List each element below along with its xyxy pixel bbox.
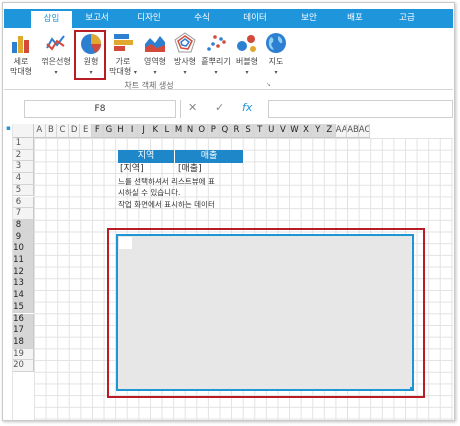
chevron-down-icon: ▾ — [54, 69, 58, 76]
note-line-2: 시하실 수 있습니다. — [118, 188, 181, 197]
bar-chart-icon — [114, 34, 133, 51]
scroll-indicator-icon: ▪ — [6, 124, 11, 132]
scatter-chart-icon — [207, 35, 226, 51]
column-chart-icon — [12, 36, 29, 53]
tab-formula[interactable]: 수식 — [184, 9, 220, 28]
spreadsheet-grid[interactable]: A B C D E F G H I J K L M N O P Q R S T U V W X Y Z AA AB AC 1234567… — [4, 124, 453, 420]
map-button[interactable]: 지도 ▾ — [262, 30, 290, 84]
column-header-a[interactable]: A — [34, 124, 46, 138]
button-label: 지도 — [268, 57, 284, 66]
column-header-f[interactable]: F — [92, 124, 104, 138]
column-header-d[interactable]: D — [68, 124, 81, 138]
note-line-1: 느를 선택하셔서 리스트뷰에 표 — [118, 177, 215, 186]
confirm-icon[interactable]: ✓ — [215, 101, 224, 114]
column-header-j[interactable]: J — [138, 124, 150, 138]
column-header-aa[interactable]: AA — [335, 124, 348, 138]
column-header-u[interactable]: U — [266, 124, 278, 138]
chevron-down-icon: ▾ — [153, 69, 157, 76]
button-label: 세로 — [13, 57, 29, 66]
cancel-icon[interactable]: ✕ — [188, 101, 197, 114]
radar-chart-icon — [174, 32, 196, 53]
column-header-y[interactable]: Y — [312, 124, 324, 138]
formula-input[interactable] — [268, 100, 453, 118]
tab-report[interactable]: 보고서 — [78, 9, 116, 28]
column-header-h[interactable]: H — [115, 124, 127, 138]
table-cell-region[interactable]: [지역] — [120, 164, 144, 176]
column-header-z[interactable]: Z — [324, 124, 336, 138]
column-header-k[interactable]: K — [150, 124, 162, 138]
column-header-p[interactable]: P — [208, 124, 220, 138]
formula-bar: F8 ✕ ✓ fx — [4, 98, 453, 120]
column-header-c[interactable]: C — [57, 124, 69, 138]
line-chart-button[interactable]: 꺾은선형 ▾ — [38, 30, 74, 84]
button-label: 흩뿌리기 — [201, 57, 231, 66]
bubble-chart-icon — [237, 35, 256, 52]
column-header-m[interactable]: M — [173, 124, 185, 138]
ribbon-group-label: 차트 객체 생성 — [124, 81, 174, 90]
bar-chart-button[interactable]: 가로 막대형 ▾ — [108, 30, 138, 84]
map-globe-icon — [266, 33, 286, 53]
row-scroll-strip[interactable]: ▪ — [4, 124, 13, 420]
button-label-line2: 막대형 — [9, 67, 33, 76]
button-label: 영역형 — [143, 57, 167, 66]
chevron-down-icon: ▾ — [183, 69, 187, 76]
column-header-l[interactable]: L — [161, 124, 174, 138]
tab-design[interactable]: 디자인 — [128, 9, 170, 28]
column-header-g[interactable]: G — [103, 124, 116, 138]
chevron-down-icon: ▾ — [214, 69, 218, 76]
button-label: 꺾은선형 — [41, 57, 71, 66]
ribbon: 세로 막대형 꺾은선형 ▾ 원형 ▾ 가로 막대형 ▾ 영역형 ▾ 방사형 ▾ … — [4, 28, 453, 90]
chevron-down-icon: ▾ — [274, 69, 278, 76]
column-header-v[interactable]: V — [277, 124, 290, 138]
column-header-s[interactable]: S — [242, 124, 255, 138]
chart-area-highlight — [107, 228, 425, 398]
column-header-x[interactable]: X — [300, 124, 313, 138]
column-chart-button[interactable]: 세로 막대형 — [6, 30, 36, 84]
tab-insert[interactable]: 삽입 — [31, 11, 72, 28]
insert-function-icon[interactable]: fx — [242, 101, 252, 114]
button-label-line2: 막대형 — [109, 67, 132, 76]
column-header-ac[interactable]: AC — [358, 124, 371, 138]
name-box[interactable]: F8 — [24, 100, 176, 118]
button-label: 방사형 — [173, 57, 197, 66]
bubble-chart-button[interactable]: 버블형 ▾ — [232, 30, 262, 84]
tab-security[interactable]: 보안 — [292, 9, 326, 28]
column-header-q[interactable]: Q — [219, 124, 232, 138]
table-header-sales[interactable]: 매출 — [175, 150, 244, 163]
button-label: 가로 — [115, 57, 131, 66]
column-header-t[interactable]: T — [254, 124, 266, 138]
column-header-e[interactable]: E — [80, 124, 92, 138]
chevron-down-icon: ▾ — [245, 69, 249, 76]
chevron-down-icon: ▾ — [133, 69, 137, 76]
column-header-i[interactable]: I — [126, 124, 139, 138]
ribbon-tab-bar: 삽입 보고서 디자인 수식 데이터 보안 배포 고급 — [4, 9, 453, 28]
note-line-3: 작업 화면에서 표시하는 데이터 — [118, 200, 215, 209]
tab-deploy[interactable]: 배포 — [338, 9, 372, 28]
table-header-region[interactable]: 지역 — [118, 150, 175, 163]
table-cell-sales[interactable]: [매출] — [178, 164, 202, 176]
pie-chart-highlight — [74, 30, 106, 80]
line-chart-icon — [46, 35, 65, 51]
scatter-chart-button[interactable]: 흩뿌리기 ▾ — [200, 30, 232, 84]
column-header-n[interactable]: N — [184, 124, 197, 138]
tab-advanced[interactable]: 고급 — [390, 9, 424, 28]
radar-chart-button[interactable]: 방사형 ▾ — [170, 30, 200, 84]
area-chart-icon — [145, 36, 165, 52]
tab-data[interactable]: 데이터 — [232, 9, 278, 28]
area-chart-button[interactable]: 영역형 ▾ — [140, 30, 170, 84]
column-header-o[interactable]: O — [196, 124, 208, 138]
separator — [180, 100, 181, 118]
column-header-b[interactable]: B — [45, 124, 58, 138]
column-header-r[interactable]: R — [231, 124, 243, 138]
button-label: 버블형 — [235, 57, 259, 66]
column-header-ab[interactable]: AB — [347, 124, 359, 138]
dialog-launcher-icon[interactable]: ↘ — [266, 81, 271, 88]
column-header-w[interactable]: W — [289, 124, 301, 138]
